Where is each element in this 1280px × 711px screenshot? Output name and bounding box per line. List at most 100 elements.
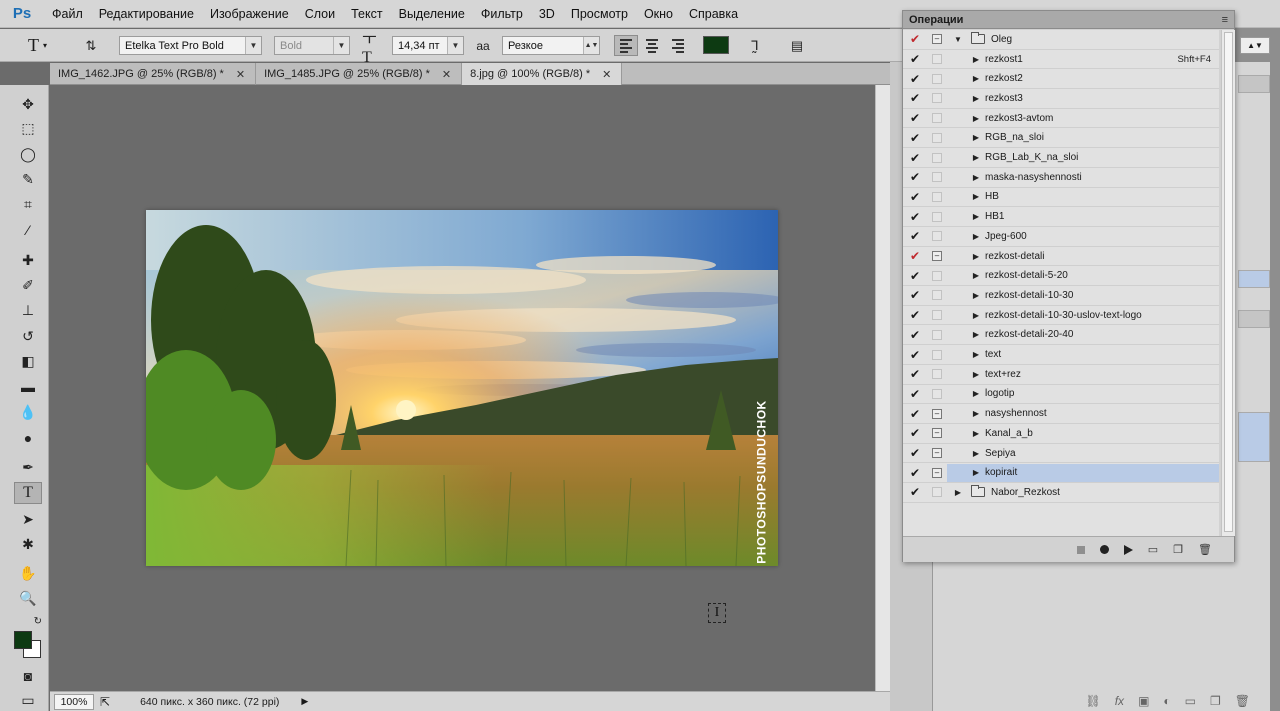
action-label-area[interactable]: ▶ RGB_Lab_K_na_sloi <box>947 149 1219 167</box>
action-label-area[interactable]: ▼ Oleg <box>947 30 1219 48</box>
dodge-tool-icon[interactable]: ● <box>14 427 42 449</box>
new-action-icon[interactable]: ❐ <box>1173 543 1183 556</box>
action-label-area[interactable]: ▶ rezkost-detali-10-30-uslov-text-logo <box>947 306 1219 324</box>
action-row[interactable]: ✔ – ▶ nasyshennost <box>903 404 1219 424</box>
action-row[interactable]: ✔ ▶ rezkost-detali-5-20 <box>903 266 1219 287</box>
toggle-dialog-box[interactable] <box>927 211 947 223</box>
crop-tool-icon[interactable]: ⌗ <box>14 193 42 215</box>
action-label-area[interactable]: ▶ Sepiya <box>947 444 1219 462</box>
chevron-right-icon[interactable]: ▶ <box>969 350 983 359</box>
history-brush-tool-icon[interactable]: ↺ <box>14 325 42 347</box>
move-tool-icon[interactable]: ✥ <box>14 93 42 115</box>
toggle-item-checkbox[interactable]: ✔ <box>903 111 927 125</box>
chevron-right-icon[interactable]: ▶ <box>969 330 983 339</box>
toggle-item-checkbox[interactable]: ✔ <box>903 249 927 263</box>
toggle-item-checkbox[interactable]: ✔ <box>903 426 927 440</box>
toggle-item-checkbox[interactable]: ✔ <box>903 348 927 362</box>
text-orientation-icon[interactable]: ⇅ <box>80 35 102 56</box>
type-tool-preset-icon[interactable]: T ▾ <box>28 34 68 56</box>
action-label-area[interactable]: ▶ Kanal_a_b <box>947 424 1219 442</box>
hand-tool-icon[interactable]: ✋ <box>14 562 42 584</box>
new-set-folder-icon[interactable]: ▭ <box>1148 543 1158 556</box>
action-label-area[interactable]: ▶ Nabor_Rezkost <box>947 483 1219 501</box>
chevron-right-icon[interactable]: ▶ <box>969 409 983 418</box>
action-label-area[interactable]: ▶ rezkost1 Shft+F4 <box>947 50 1219 68</box>
align-center-button[interactable] <box>640 35 664 56</box>
close-icon[interactable]: ✕ <box>236 68 245 81</box>
action-row[interactable]: ✔ ▶ RGB_Lab_K_na_sloi <box>903 148 1219 168</box>
warp-text-icon[interactable]: Ꞁ̰ <box>744 35 766 56</box>
action-row[interactable]: ✔ ▶ rezkost-detali-20-40 <box>903 326 1219 346</box>
toggle-item-checkbox[interactable]: ✔ <box>903 407 927 421</box>
toggle-item-checkbox[interactable]: ✔ <box>903 485 927 499</box>
zoom-level-field[interactable]: 100% <box>54 693 94 710</box>
toggle-item-checkbox[interactable]: ✔ <box>903 288 927 302</box>
quick-selection-tool-icon[interactable]: ✎ <box>14 168 42 190</box>
action-row[interactable]: ✔ ▶ RGB_na_sloi <box>903 129 1219 149</box>
toggle-item-checkbox[interactable]: ✔ <box>903 210 927 224</box>
toggle-dialog-box[interactable] <box>927 329 947 341</box>
toggle-item-checkbox[interactable]: ✔ <box>903 52 927 66</box>
action-label-area[interactable]: ▶ rezkost-detali <box>947 247 1219 265</box>
adjustment-icon[interactable]: ◐ <box>1163 694 1170 708</box>
chevron-right-icon[interactable]: ▶ <box>969 133 983 142</box>
toggle-item-checkbox[interactable]: ✔ <box>903 151 927 165</box>
tab-img-1485[interactable]: IMG_1485.JPG @ 25% (RGB/8) * ✕ <box>256 63 463 85</box>
action-label-area[interactable]: ▶ maska-nasyshennosti <box>947 168 1219 186</box>
toggle-item-checkbox[interactable]: ✔ <box>903 91 927 105</box>
antialias-select[interactable]: Резкое ▲▼ <box>502 36 600 55</box>
close-icon[interactable]: ✕ <box>442 68 451 81</box>
action-row[interactable]: ✔ ▶ rezkost3 <box>903 89 1219 109</box>
menu-3d[interactable]: 3D <box>531 0 563 28</box>
menu-file[interactable]: Файл <box>44 0 91 28</box>
type-tool-icon[interactable]: T <box>14 482 42 504</box>
action-row[interactable]: ✔ – ▶ Sepiya <box>903 444 1219 464</box>
chevron-right-icon[interactable]: ▶ <box>969 192 983 201</box>
toggle-dialog-box[interactable] <box>927 486 947 498</box>
toggle-dialog-box[interactable]: – <box>927 33 947 45</box>
toggle-item-checkbox[interactable]: ✔ <box>903 328 927 342</box>
trash-icon[interactable]: 🗑 <box>1198 543 1212 556</box>
eraser-tool-icon[interactable]: ◧ <box>14 350 42 372</box>
chevron-right-icon[interactable]: ▶ <box>969 370 983 379</box>
toggle-dialog-box[interactable] <box>927 349 947 361</box>
toggle-dialog-box[interactable] <box>927 191 947 203</box>
action-row[interactable]: ✔ ▶ rezkost-detali-10-30 <box>903 286 1219 306</box>
chevron-right-icon[interactable]: ▶ <box>969 212 983 221</box>
chevron-down-icon[interactable]: ▼ <box>951 35 965 44</box>
character-panel-icon[interactable]: ▤ <box>786 35 808 56</box>
tab-img-1462[interactable]: IMG_1462.JPG @ 25% (RGB/8) * ✕ <box>50 63 257 85</box>
actions-scrollbar[interactable] <box>1221 30 1235 536</box>
screen-mode-icon[interactable]: ▭ <box>14 689 42 711</box>
toggle-dialog-box[interactable] <box>927 53 947 65</box>
menu-image[interactable]: Изображение <box>202 0 297 28</box>
action-set-row[interactable]: ✔ – ▼ Oleg <box>903 30 1219 50</box>
close-icon[interactable]: ✕ <box>602 68 611 81</box>
toggle-dialog-box[interactable]: – <box>927 408 947 420</box>
action-row[interactable]: ✔ ▶ rezkost3-avtom <box>903 109 1219 129</box>
chevron-right-icon[interactable]: ▶ <box>969 311 983 320</box>
toggle-dialog-box[interactable] <box>927 388 947 400</box>
chevron-right-icon[interactable]: ▶ <box>969 173 983 182</box>
align-right-button[interactable] <box>666 35 690 56</box>
toggle-dialog-box[interactable] <box>927 112 947 124</box>
menu-window[interactable]: Окно <box>636 0 681 28</box>
toggle-item-checkbox[interactable]: ✔ <box>903 367 927 381</box>
action-label-area[interactable]: ▶ rezkost3 <box>947 89 1219 107</box>
toggle-item-checkbox[interactable]: ✔ <box>903 32 927 46</box>
chevron-right-icon[interactable]: ▶ <box>969 429 983 438</box>
action-label-area[interactable]: ▶ rezkost-detali-20-40 <box>947 326 1219 344</box>
action-label-area[interactable]: ▶ rezkost2 <box>947 70 1219 88</box>
chevron-right-icon[interactable]: ▶ <box>969 114 983 123</box>
record-icon[interactable] <box>1099 545 1109 554</box>
foreground-color[interactable] <box>14 631 32 649</box>
chevron-right-icon[interactable]: ▶ <box>969 232 983 241</box>
action-row[interactable]: ✔ ▶ rezkost-detali-10-30-uslov-text-logo <box>903 306 1219 326</box>
play-icon[interactable] <box>1123 544 1133 555</box>
action-label-area[interactable]: ▶ HB <box>947 188 1219 206</box>
action-row[interactable]: ✔ ▶ Jpeg-600 <box>903 227 1219 247</box>
toggle-dialog-box[interactable] <box>927 73 947 85</box>
toggle-dialog-box[interactable]: – <box>927 250 947 262</box>
toggle-item-checkbox[interactable]: ✔ <box>903 190 927 204</box>
chevron-right-icon[interactable]: ▶ <box>969 291 983 300</box>
